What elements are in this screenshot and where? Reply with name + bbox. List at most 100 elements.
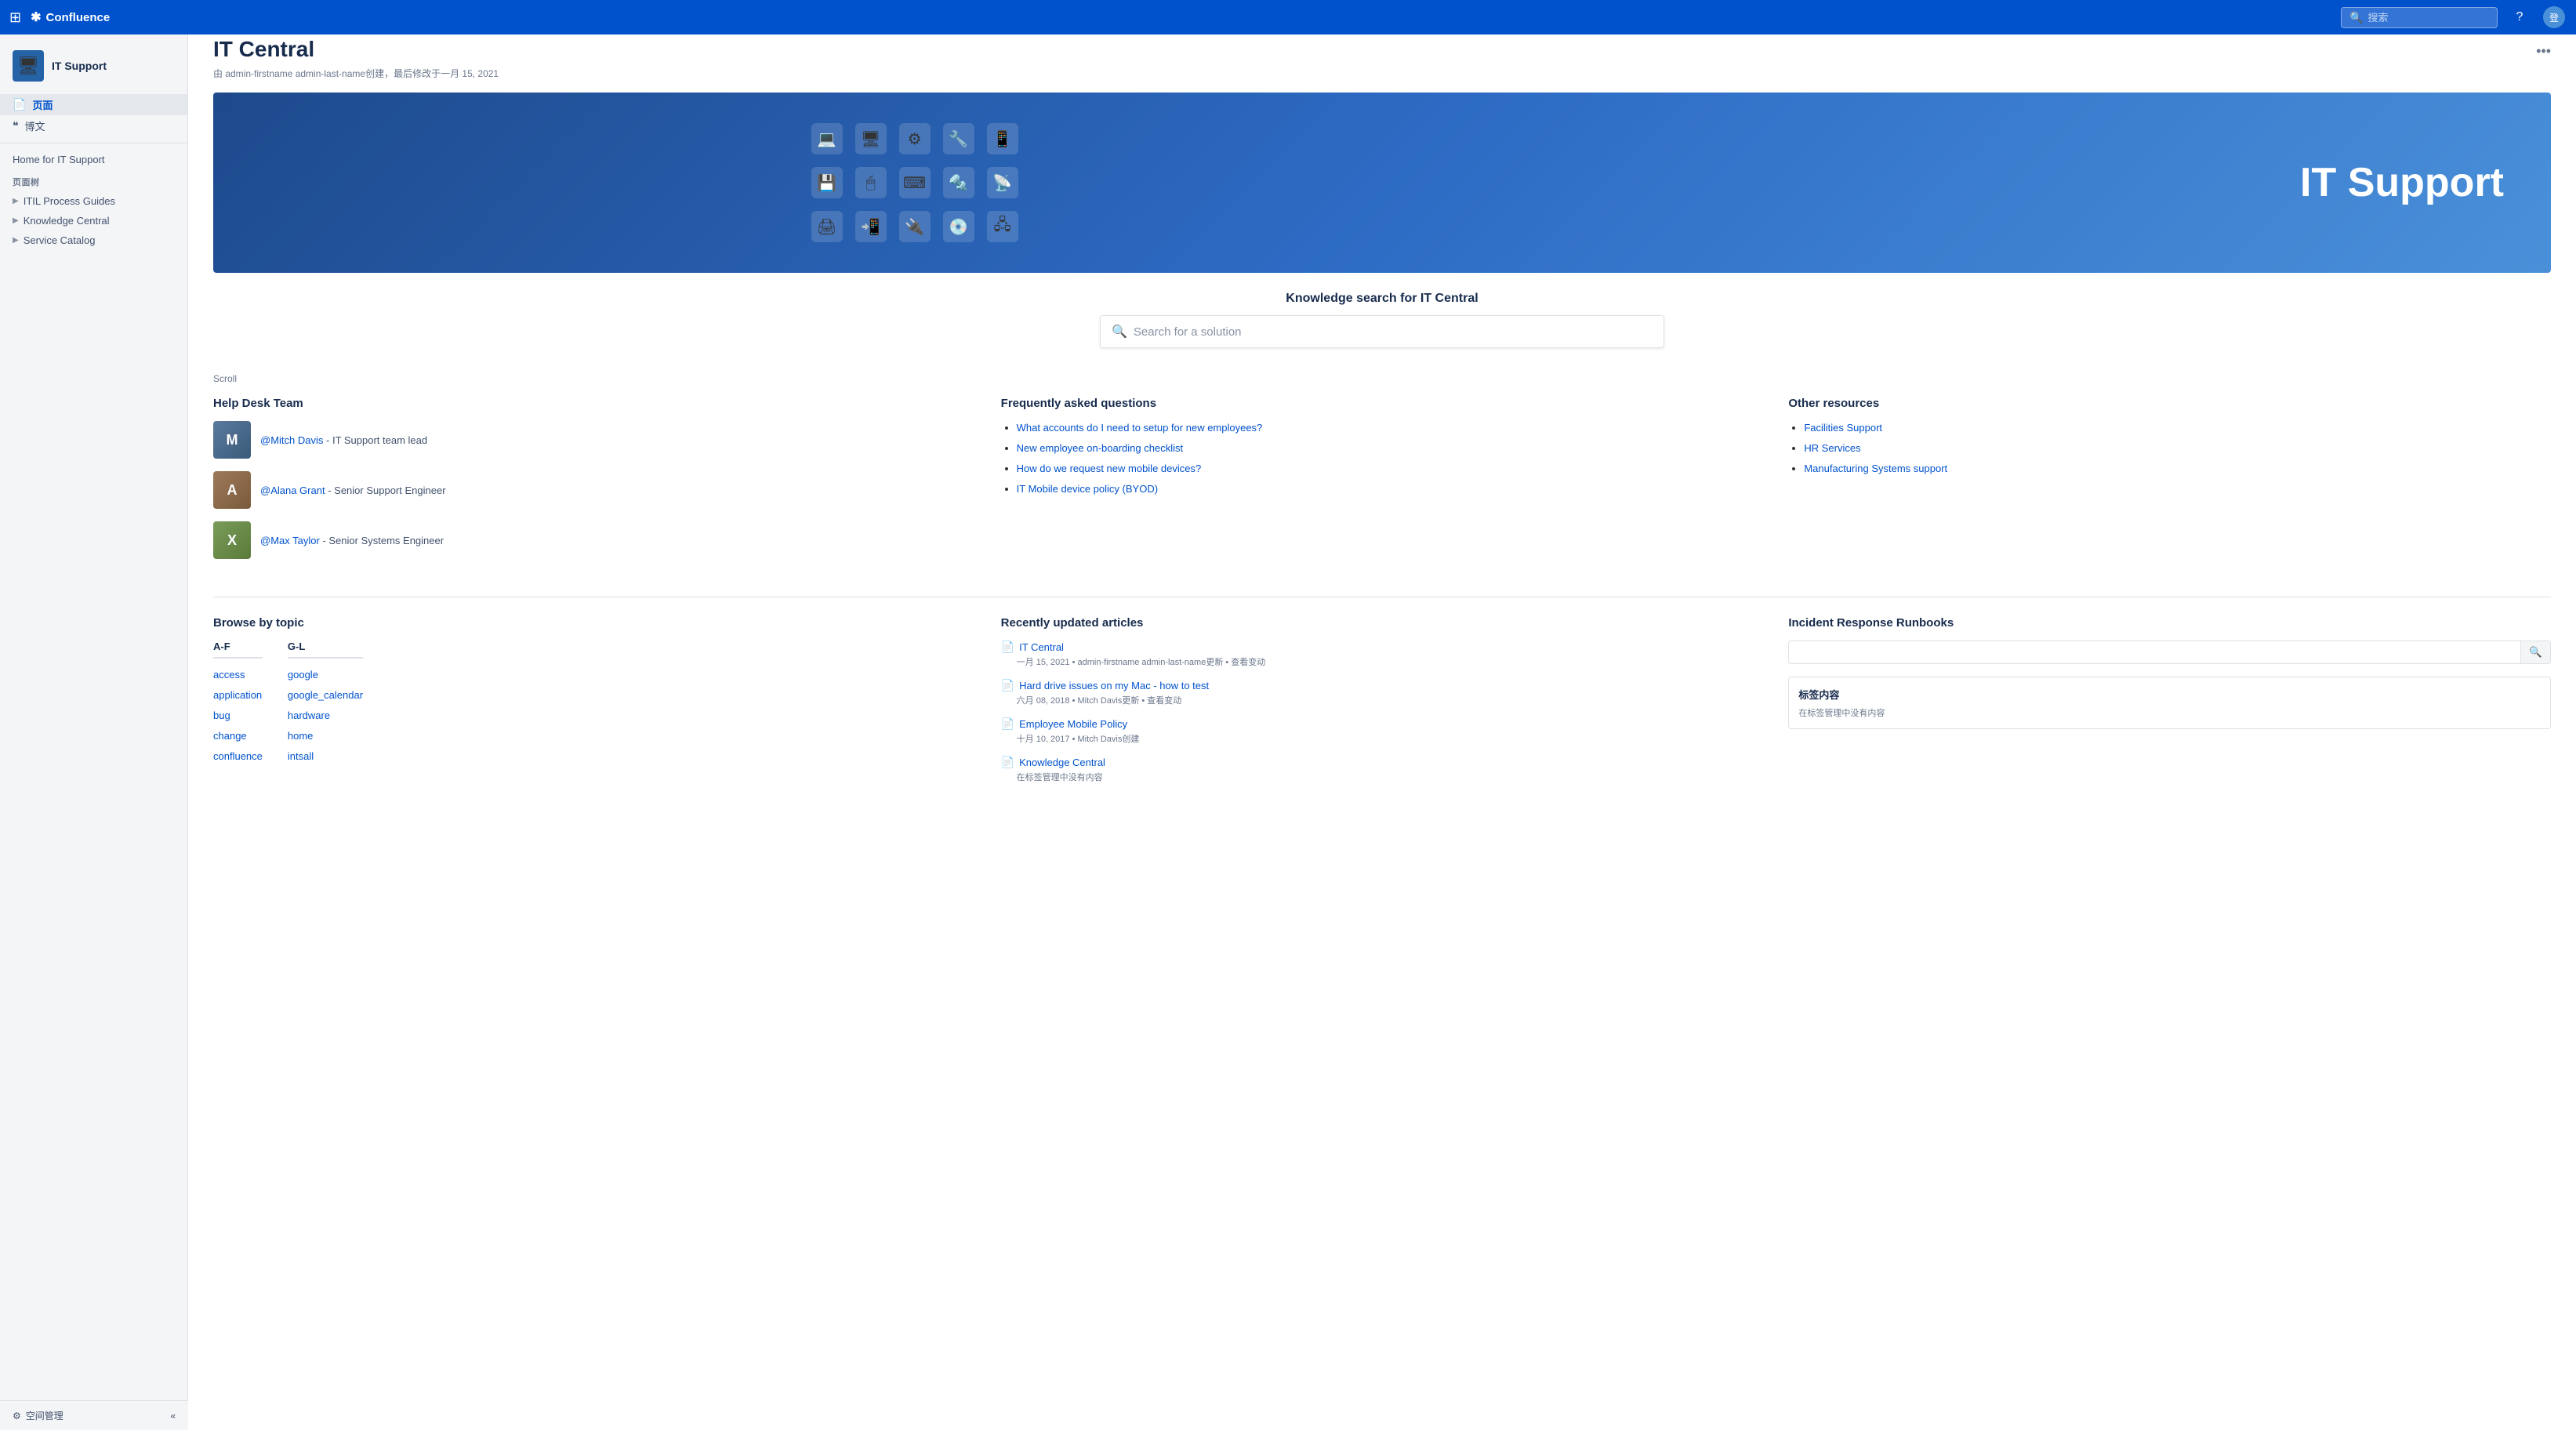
article-meta-2: 六月 08, 2018 • Mitch Davis更新 • 查看变动 bbox=[1017, 694, 1764, 706]
faq-list: What accounts do I need to setup for new… bbox=[1001, 421, 1764, 495]
sidebar-footer: ⚙ 空间管理 « bbox=[0, 1400, 188, 1430]
list-item: Manufacturing Systems support bbox=[1804, 462, 2551, 474]
topic-link[interactable]: confluence bbox=[213, 746, 263, 767]
article-link-4[interactable]: Knowledge Central bbox=[1019, 757, 1105, 768]
top-search-box[interactable]: 🔍 bbox=[2341, 7, 2498, 28]
mitch-name[interactable]: @Mitch Davis bbox=[260, 434, 323, 446]
tag-content-box: 标签内容 在标签管理中没有内容 bbox=[1788, 677, 2551, 729]
page-icon: 📄 bbox=[13, 98, 26, 111]
max-info: @Max Taylor - Senior Systems Engineer bbox=[260, 535, 444, 546]
incident-search-box[interactable]: 🔍 bbox=[1788, 641, 2551, 664]
sidebar-item-blog[interactable]: ❝ 博文 bbox=[0, 115, 187, 136]
list-item: How do we request new mobile devices? bbox=[1017, 462, 1764, 474]
article-icon: 📄 bbox=[1001, 717, 1014, 731]
confluence-logo[interactable]: ✱ Confluence bbox=[31, 9, 110, 25]
faq-title: Frequently asked questions bbox=[1001, 397, 1764, 410]
knowledge-search-box[interactable]: 🔍 bbox=[1100, 315, 1664, 348]
other-resources-section: Other resources Facilities Support HR Se… bbox=[1788, 397, 2551, 572]
hero-icon-6: 💾 bbox=[811, 167, 843, 198]
collapse-icon: « bbox=[170, 1410, 176, 1421]
topic-link[interactable]: home bbox=[288, 726, 363, 746]
topic-col-gl: G-L google google_calendar hardware home… bbox=[288, 641, 363, 767]
hero-icon-3: ⚙ bbox=[899, 123, 931, 154]
resource-link-1[interactable]: Facilities Support bbox=[1804, 422, 1882, 434]
list-item: Facilities Support bbox=[1804, 421, 2551, 434]
faq-link-2[interactable]: New employee on-boarding checklist bbox=[1017, 442, 1183, 454]
topic-link[interactable]: google_calendar bbox=[288, 685, 363, 706]
tag-content-note: 在标签管理中没有内容 bbox=[1798, 706, 2541, 719]
faq-section: Frequently asked questions What accounts… bbox=[1001, 397, 1764, 572]
article-item-2: 📄 Hard drive issues on my Mac - how to t… bbox=[1001, 679, 1764, 706]
faq-link-1[interactable]: What accounts do I need to setup for new… bbox=[1017, 422, 1263, 434]
sidebar-service-label: Service Catalog bbox=[24, 234, 96, 246]
grid-icon[interactable]: ⊞ bbox=[9, 9, 21, 26]
space-header[interactable]: 🖥 IT Support bbox=[0, 44, 187, 88]
hero-icon-5: 📱 bbox=[987, 123, 1018, 154]
max-name[interactable]: @Max Taylor bbox=[260, 535, 320, 546]
browse-topics-section: Browse by topic A-F access application b… bbox=[213, 616, 976, 794]
sidebar-item-pages[interactable]: 📄 页面 bbox=[0, 94, 187, 115]
topic-link[interactable]: bug bbox=[213, 706, 263, 726]
sidebar-pages-label: 页面 bbox=[32, 97, 53, 112]
topic-link[interactable]: access bbox=[213, 665, 263, 685]
resource-link-2[interactable]: HR Services bbox=[1804, 442, 1860, 454]
hero-icon-11: 🖨 bbox=[811, 211, 843, 242]
page-options-button[interactable]: ••• bbox=[2536, 43, 2551, 60]
settings-label: 空间管理 bbox=[26, 1409, 63, 1422]
hero-banner: 💻 🖥 ⚙ 🔧 📱 💾 🖱 ⌨ 🔩 📡 🖨 📲 🔌 💿 🖧 IT Support bbox=[213, 93, 2551, 273]
faq-link-3[interactable]: How do we request new mobile devices? bbox=[1017, 463, 1202, 474]
help-desk-section: Help Desk Team M @Mitch Davis - IT Suppo… bbox=[213, 397, 976, 572]
sidebar-item-knowledge[interactable]: ▶ Knowledge Central bbox=[0, 211, 187, 230]
hero-icon-12: 📲 bbox=[855, 211, 887, 242]
browse-topics-title: Browse by topic bbox=[213, 616, 976, 630]
topic-link[interactable]: intsall bbox=[288, 746, 363, 767]
list-item: IT Mobile device policy (BYOD) bbox=[1017, 482, 1764, 495]
hero-icon-grid: 💻 🖥 ⚙ 🔧 📱 💾 🖱 ⌨ 🔩 📡 🖨 📲 🔌 💿 🖧 bbox=[796, 107, 1034, 258]
topic-link[interactable]: google bbox=[288, 665, 363, 685]
article-header: 📄 IT Central bbox=[1001, 641, 1764, 654]
settings-icon: ⚙ bbox=[13, 1410, 21, 1421]
home-link-label: Home for IT Support bbox=[13, 154, 105, 165]
sidebar-itil-label: ITIL Process Guides bbox=[24, 195, 115, 207]
hero-icon-13: 🔌 bbox=[899, 211, 931, 242]
sidebar-item-service[interactable]: ▶ Service Catalog bbox=[0, 230, 187, 250]
article-item-1: 📄 IT Central 一月 15, 2021 • admin-firstna… bbox=[1001, 641, 1764, 668]
incident-search-input[interactable] bbox=[1789, 642, 2520, 663]
article-meta-1: 一月 15, 2021 • admin-firstname admin-last… bbox=[1017, 655, 1764, 668]
sidebar-item-itil[interactable]: ▶ ITIL Process Guides bbox=[0, 191, 187, 211]
topic-col-af-header: A-F bbox=[213, 641, 263, 659]
user-avatar[interactable]: 登 bbox=[2543, 6, 2565, 28]
article-icon: 📄 bbox=[1001, 679, 1014, 692]
alana-avatar: A bbox=[213, 471, 251, 509]
three-column-section: Help Desk Team M @Mitch Davis - IT Suppo… bbox=[213, 397, 2551, 572]
max-avatar: X bbox=[213, 521, 251, 559]
mitch-avatar: M bbox=[213, 421, 251, 459]
sidebar-home-link[interactable]: Home for IT Support bbox=[0, 150, 187, 169]
resource-link-3[interactable]: Manufacturing Systems support bbox=[1804, 463, 1947, 474]
bottom-three-col: Browse by topic A-F access application b… bbox=[213, 616, 2551, 794]
faq-link-4[interactable]: IT Mobile device policy (BYOD) bbox=[1017, 483, 1158, 495]
hero-icon-15: 🖧 bbox=[987, 211, 1018, 242]
article-icon: 📄 bbox=[1001, 641, 1014, 654]
login-icon[interactable]: 登 bbox=[2542, 5, 2567, 30]
article-link-1[interactable]: IT Central bbox=[1019, 641, 1064, 653]
page-title: IT Central bbox=[213, 37, 499, 62]
list-item: HR Services bbox=[1804, 441, 2551, 454]
hero-icon-2: 🖥 bbox=[855, 123, 887, 154]
alana-name[interactable]: @Alana Grant bbox=[260, 485, 325, 496]
collapse-sidebar-button[interactable]: « bbox=[170, 1410, 176, 1421]
topic-link[interactable]: application bbox=[213, 685, 263, 706]
knowledge-search-input[interactable] bbox=[1134, 325, 1653, 339]
search-input[interactable] bbox=[2367, 12, 2489, 24]
article-header: 📄 Employee Mobile Policy bbox=[1001, 717, 1764, 731]
article-link-3[interactable]: Employee Mobile Policy bbox=[1019, 718, 1127, 730]
incident-search-button[interactable]: 🔍 bbox=[2520, 641, 2550, 663]
article-link-2[interactable]: Hard drive issues on my Mac - how to tes… bbox=[1019, 680, 1209, 691]
article-header: 📄 Knowledge Central bbox=[1001, 756, 1764, 769]
space-settings-link[interactable]: ⚙ 空间管理 bbox=[13, 1409, 63, 1422]
mitch-role: - bbox=[326, 434, 332, 446]
help-icon[interactable]: ? bbox=[2507, 5, 2532, 30]
topic-link[interactable]: change bbox=[213, 726, 263, 746]
topic-link[interactable]: hardware bbox=[288, 706, 363, 726]
search-icon: 🔍 bbox=[1112, 324, 1127, 339]
